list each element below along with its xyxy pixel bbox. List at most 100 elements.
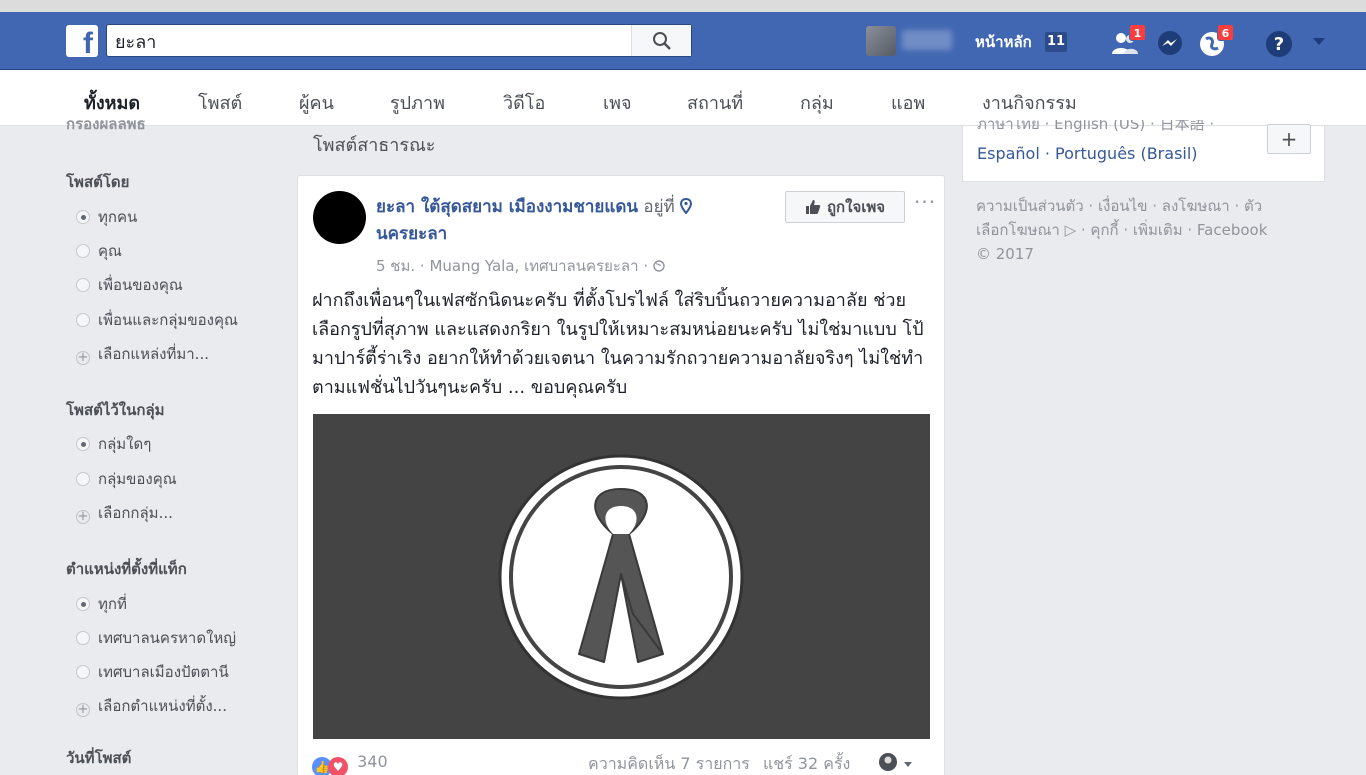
like-page-label: ถูกใจเพจ xyxy=(826,198,886,216)
notifications-badge: 6 xyxy=(1217,24,1234,41)
filter-option-pattani[interactable]: เทศบาลเมืองปัตตานี xyxy=(76,660,229,684)
post-card: ยะลา ใต้สุดสยาม เมืองงามชายแดน อยู่ที่ น… xyxy=(297,175,945,775)
filter-option-friends-groups[interactable]: เพื่อนและกลุ่มของคุณ xyxy=(76,308,238,332)
caret-down-icon xyxy=(1313,38,1325,45)
post-footer: 👍 ♥ 340 ความคิดเห็น 7 รายการ แชร์ 32 ครั้… xyxy=(312,752,932,775)
home-count-badge: 11 xyxy=(1045,32,1067,52)
tab-groups[interactable]: กลุ่ม xyxy=(800,88,834,117)
is-at-label: อยู่ที่ xyxy=(643,197,675,217)
filter-option-any-group[interactable]: กลุ่มใดๆ xyxy=(76,432,151,456)
small-avatar-icon xyxy=(879,753,897,771)
public-globe-icon xyxy=(653,260,665,272)
profile-name-blurred[interactable] xyxy=(902,30,952,50)
tab-places[interactable]: สถานที่ xyxy=(687,88,743,117)
filter-option-label: เทศบาลเมืองปัตตานี xyxy=(98,663,229,681)
filter-choose-location[interactable]: + เลือกตำแหน่งที่ตั้ง... xyxy=(76,694,227,718)
top-navbar: f หน้าหลัก 11 1 6 xyxy=(0,0,1366,70)
filter-option-label: กลุ่มใดๆ xyxy=(98,435,152,453)
filter-option-label: เพื่อนและกลุ่มของคุณ xyxy=(98,311,238,329)
filter-option-label: เลือกแหล่งที่มา... xyxy=(98,345,209,363)
filter-option-label: ทุกที่ xyxy=(98,595,127,613)
profile-avatar[interactable] xyxy=(866,26,896,56)
search-tabs-bar: ทั้งหมด โพสต์ ผู้คน รูปภาพ วิดีโอ เพจ สถ… xyxy=(0,70,1366,126)
filters-heading-cut: กรองผลลัพธ์ xyxy=(66,120,146,133)
section-title: โพสต์สาธารณะ xyxy=(313,135,436,156)
language-list[interactable]: Español · Português (Brasil) xyxy=(977,144,1198,163)
language-box: ภาษาไทย · English (US) · 日本語 · Español ·… xyxy=(962,120,1325,182)
tab-pages[interactable]: เพจ xyxy=(603,88,632,117)
like-page-button[interactable]: ถูกใจเพจ xyxy=(785,191,905,223)
post-image[interactable] xyxy=(313,414,930,739)
account-menu-button[interactable] xyxy=(1310,34,1340,60)
plus-icon: + xyxy=(76,350,90,365)
plus-icon: + xyxy=(76,509,90,524)
page-name-link[interactable]: ยะลา ใต้สุดสยาม เมืองงามชายแดน xyxy=(376,197,638,217)
filter-option-label: เลือกกลุ่ม... xyxy=(98,504,173,522)
filter-option-label: เพื่อนของคุณ xyxy=(98,276,183,294)
filter-option-friends[interactable]: เพื่อนของคุณ xyxy=(76,273,183,297)
caret-down-icon xyxy=(904,762,913,767)
search-icon xyxy=(652,31,671,50)
tab-events[interactable]: งานกิจกรรม xyxy=(982,88,1077,117)
filter-option-label: เลือกตำแหน่งที่ตั้ง... xyxy=(98,697,227,715)
filter-heading-posted-by: โพสต์โดย xyxy=(66,173,130,191)
filter-option-anyone[interactable]: ทุกคน xyxy=(76,205,137,229)
radio-icon xyxy=(76,313,90,327)
search-input[interactable] xyxy=(115,29,635,53)
messages-button[interactable] xyxy=(1156,30,1186,56)
radio-selected-icon xyxy=(76,210,90,224)
filter-option-label: เทศบาลนครหาดใหญ่ xyxy=(98,629,237,647)
filter-option-your-groups[interactable]: กลุ่มของคุณ xyxy=(76,467,177,491)
tab-photos[interactable]: รูปภาพ xyxy=(390,88,445,117)
post-header: ยะลา ใต้สุดสยาม เมืองงามชายแดน อยู่ที่ น… xyxy=(376,194,736,248)
svg-text:?: ? xyxy=(1274,34,1284,55)
filter-heading-posted-in-group: โพสต์ไว้ในกลุ่ม xyxy=(66,401,165,419)
radio-icon xyxy=(76,631,90,645)
love-reaction-icon[interactable]: ♥ xyxy=(328,757,348,775)
radio-icon xyxy=(76,472,90,486)
shares-count-link[interactable]: แชร์ 32 ครั้ง xyxy=(763,754,850,773)
help-icon: ? xyxy=(1266,31,1292,57)
comments-count-link[interactable]: ความคิดเห็น 7 รายการ xyxy=(588,754,750,773)
radio-selected-icon xyxy=(76,437,90,451)
footer-links[interactable]: ความเป็นส่วนตัว · เงื่อนไข · ลงโฆษณา · ต… xyxy=(976,194,1276,266)
friend-requests-badge: 1 xyxy=(1129,24,1146,41)
filter-option-label: คุณ xyxy=(98,242,122,260)
plus-icon: + xyxy=(76,702,90,717)
friend-requests-button[interactable]: 1 xyxy=(1110,24,1146,56)
mourning-ribbon-icon xyxy=(498,454,744,700)
language-list-cut[interactable]: ภาษาไทย · English (US) · 日本語 · xyxy=(977,120,1214,134)
tab-apps[interactable]: แอพ xyxy=(891,88,925,117)
location-pin-icon xyxy=(680,197,693,215)
add-language-button[interactable]: + xyxy=(1267,124,1311,154)
post-options-button[interactable]: ··· xyxy=(914,190,936,214)
tab-posts[interactable]: โพสต์ xyxy=(198,88,242,117)
home-link[interactable]: หน้าหลัก xyxy=(975,30,1032,54)
radio-icon xyxy=(76,278,90,292)
post-text: ฝากถึงเพื่อนๆในเฟสซักนิดนะครับ ที่ตั้งโป… xyxy=(312,290,924,398)
tab-people[interactable]: ผู้คน xyxy=(299,88,334,117)
tab-videos[interactable]: วิดีโอ xyxy=(503,88,545,117)
messenger-icon xyxy=(1158,31,1182,55)
notifications-button[interactable]: 6 xyxy=(1198,24,1234,56)
radio-icon xyxy=(76,244,90,258)
radio-selected-icon xyxy=(76,597,90,611)
filter-choose-group[interactable]: + เลือกกลุ่ม... xyxy=(76,501,173,525)
filter-option-label: ทุกคน xyxy=(98,208,138,226)
radio-icon xyxy=(76,665,90,679)
help-button[interactable]: ? xyxy=(1265,30,1295,57)
search-button[interactable] xyxy=(631,25,691,56)
location-link[interactable]: นครยะลา xyxy=(376,224,447,244)
filter-option-anywhere[interactable]: ทุกที่ xyxy=(76,592,127,616)
tab-all[interactable]: ทั้งหมด xyxy=(84,88,140,117)
facebook-logo[interactable]: f xyxy=(66,25,98,57)
filter-choose-source[interactable]: + เลือกแหล่งที่มา... xyxy=(76,342,209,366)
search-box xyxy=(106,24,692,57)
reactions-count[interactable]: 340 xyxy=(357,752,388,771)
react-as-selector[interactable] xyxy=(878,752,913,772)
page-avatar[interactable] xyxy=(313,191,366,244)
filter-option-hatyai[interactable]: เทศบาลนครหาดใหญ่ xyxy=(76,626,236,650)
filter-option-you[interactable]: คุณ xyxy=(76,239,122,263)
post-meta-text: 5 ชม. · Muang Yala, เทศบาลนครยะลา · xyxy=(376,257,649,275)
thumbs-up-icon xyxy=(805,200,821,214)
